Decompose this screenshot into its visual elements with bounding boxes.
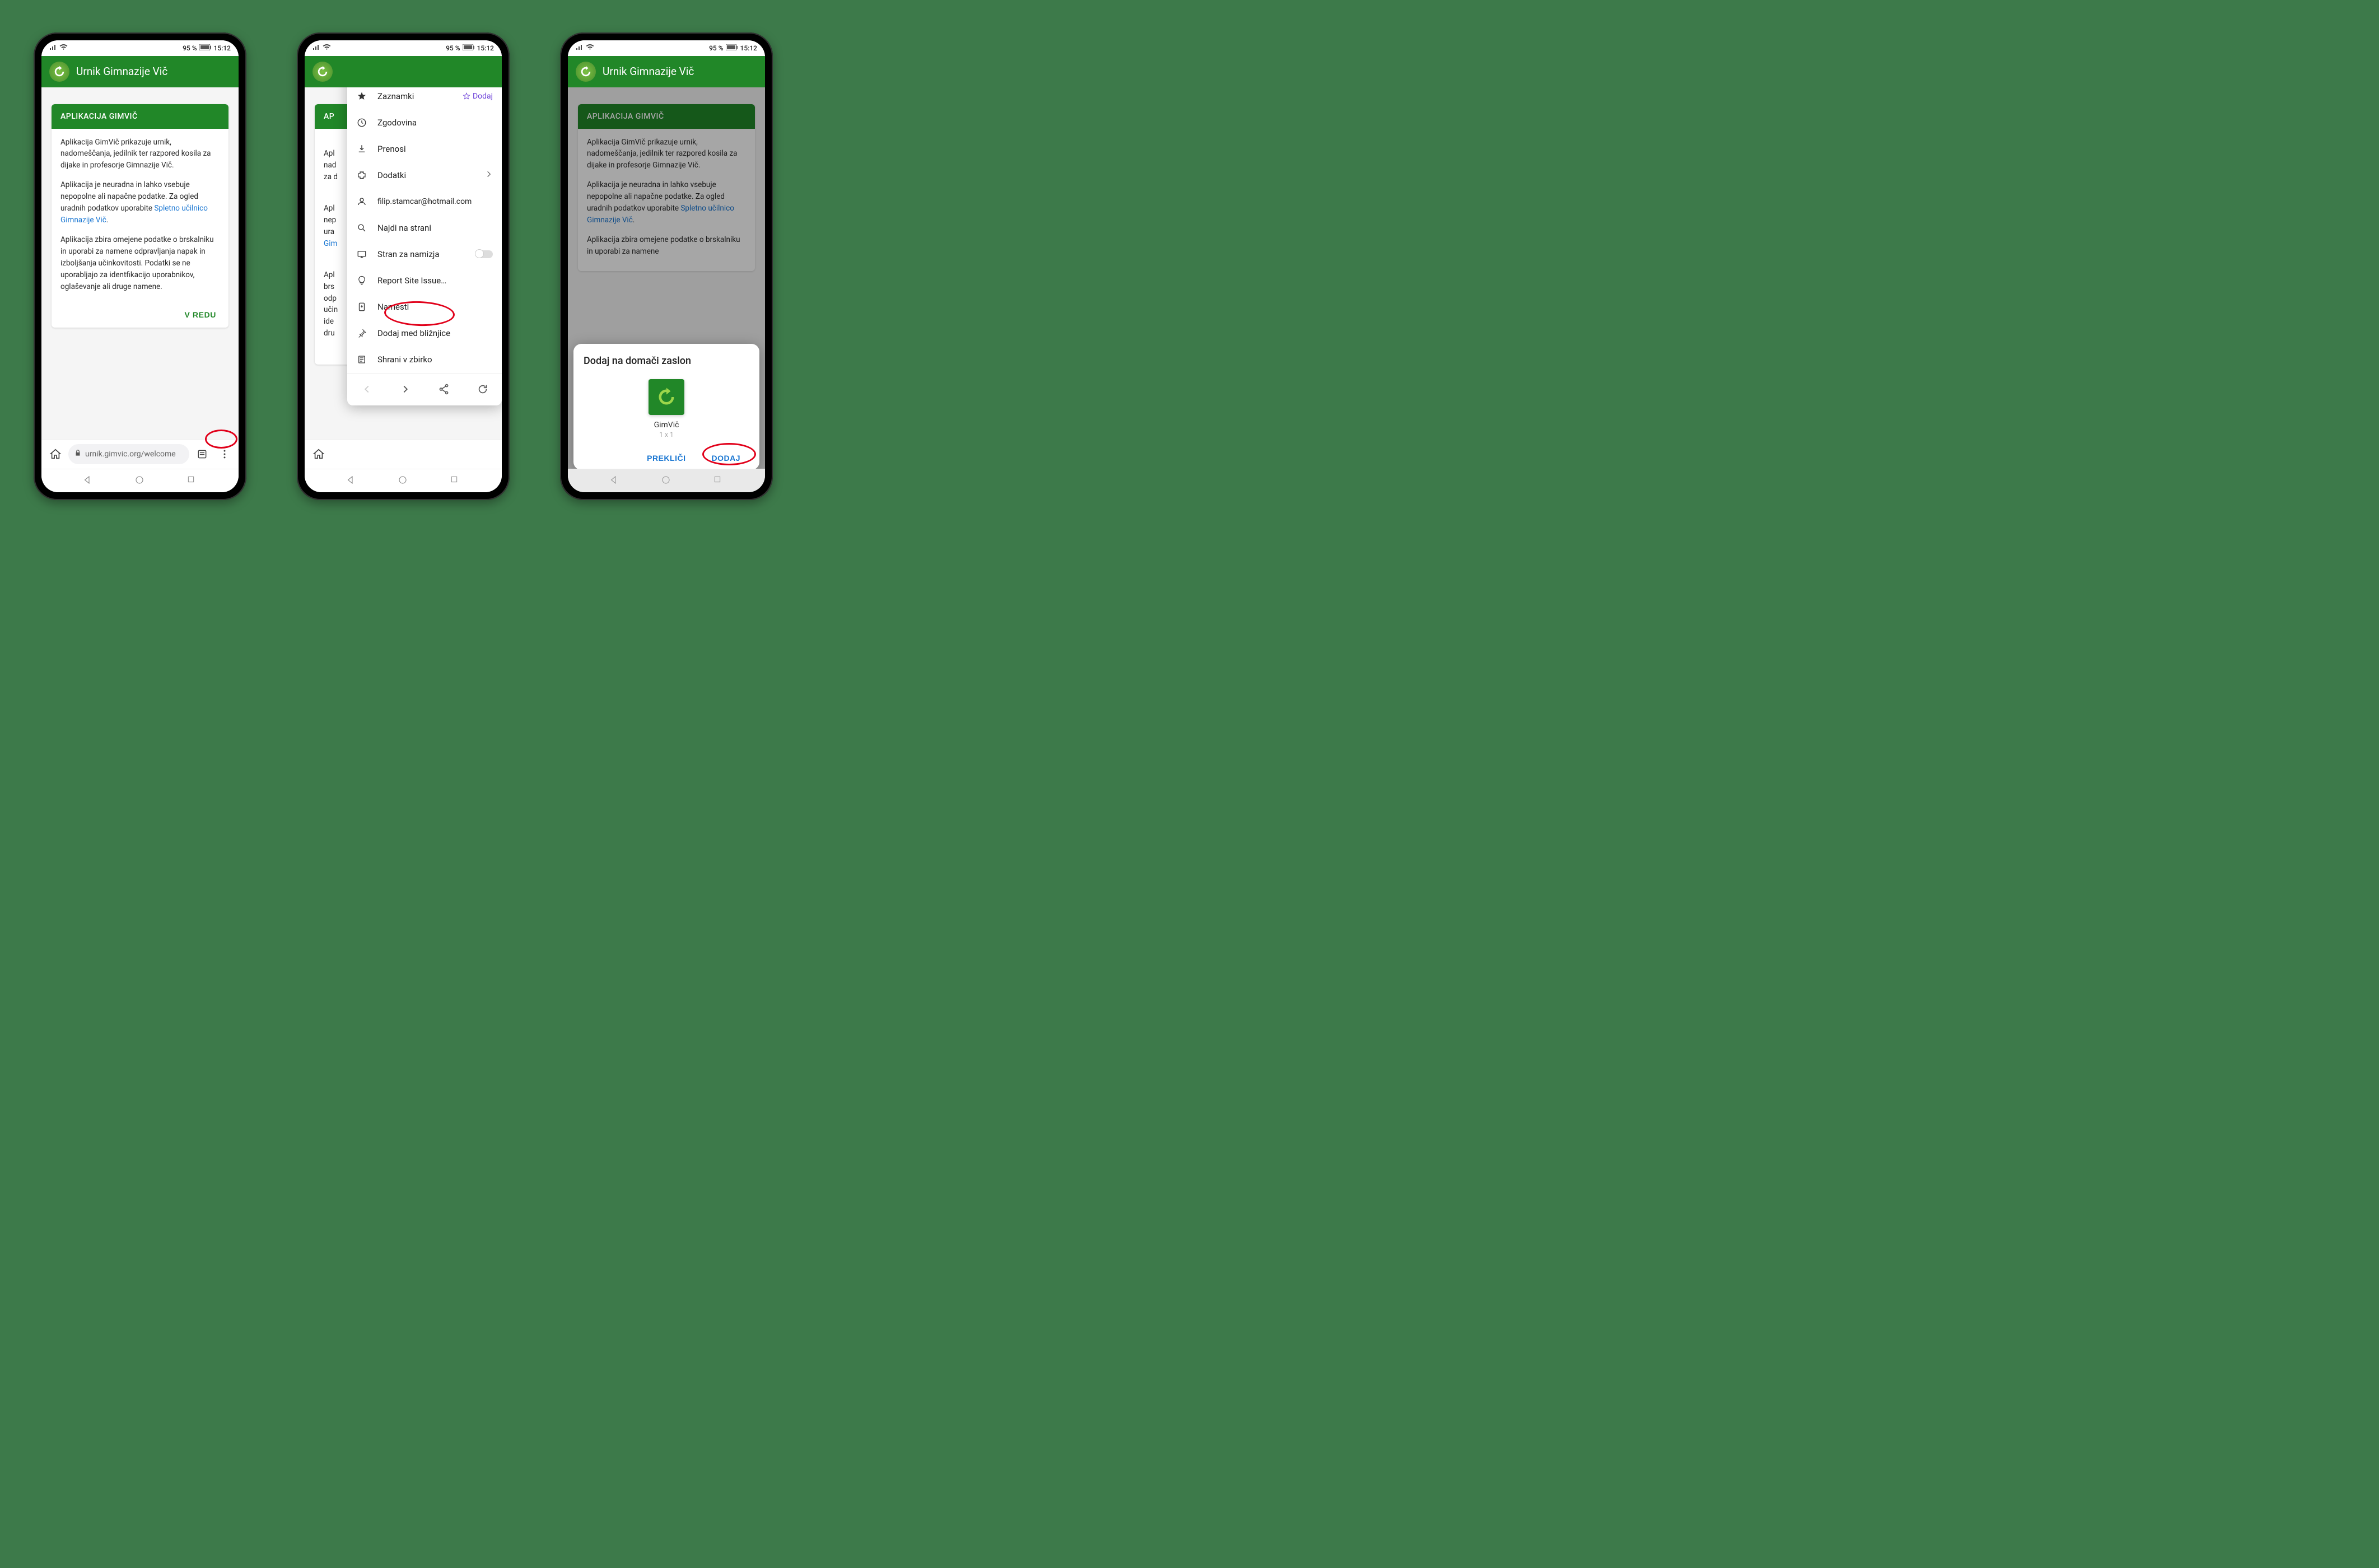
nav-back-icon[interactable] xyxy=(609,475,620,486)
status-bar: 95 % 15:12 xyxy=(305,40,502,56)
puzzle-icon xyxy=(356,170,367,181)
home-button[interactable] xyxy=(46,445,65,464)
share-icon[interactable] xyxy=(438,383,450,395)
app-logo-icon xyxy=(49,62,69,82)
url-field[interactable]: urnik.gimvic.org/welcome xyxy=(68,444,189,464)
nav-home-icon[interactable] xyxy=(398,475,409,486)
install-icon xyxy=(356,301,367,312)
bookmark-add-button[interactable]: Dodaj xyxy=(463,92,493,101)
app-header: Urnik Gimnazije Vič xyxy=(568,56,765,87)
android-nav-bar xyxy=(568,469,765,492)
search-icon xyxy=(356,222,367,234)
app-logo-icon xyxy=(312,62,333,82)
external-link[interactable]: Gim xyxy=(324,239,337,248)
battery-percent: 95 % xyxy=(183,44,197,52)
home-button[interactable] xyxy=(309,445,328,464)
nav-recent-icon[interactable] xyxy=(186,475,198,486)
card-paragraph-1: Aplikacija GimVič prikazuje urnik, nadom… xyxy=(60,137,220,172)
user-icon xyxy=(356,196,367,207)
battery-percent: 95 % xyxy=(709,44,723,52)
modal-app-name: GimVič xyxy=(654,421,679,430)
reader-mode-button[interactable] xyxy=(193,445,212,464)
modal-title: Dodaj na domači zaslon xyxy=(584,355,749,367)
battery-icon xyxy=(199,44,212,52)
menu-account[interactable]: filip.stamcar@hotmail.com xyxy=(347,189,502,215)
app-logo-icon xyxy=(576,62,596,82)
wifi-icon xyxy=(59,44,68,52)
ok-button[interactable]: V REDU xyxy=(181,310,220,320)
card-header: APLIKACIJA GIMVIČ xyxy=(52,104,228,129)
battery-icon xyxy=(726,44,738,52)
nav-back-arrow-icon[interactable] xyxy=(361,383,373,395)
nav-recent-icon[interactable] xyxy=(450,475,461,486)
lock-icon xyxy=(74,449,82,459)
modal-app-icon xyxy=(649,379,684,415)
menu-bookmarks[interactable]: Zaznamki Dodaj xyxy=(347,87,502,110)
menu-report-issue[interactable]: Report Site Issue… xyxy=(347,268,502,294)
add-to-homescreen-modal: Dodaj na domači zaslon GimVič 1 x 1 PREK… xyxy=(573,344,759,469)
url-text: urnik.gimvic.org/welcome xyxy=(85,450,176,459)
nav-back-icon[interactable] xyxy=(346,475,357,486)
browser-dropdown-menu: Nov zavihek Zaznamki Dodaj xyxy=(347,87,502,405)
app-title: Urnik Gimnazije Vič xyxy=(603,65,694,78)
battery-percent: 95 % xyxy=(446,44,460,52)
desktop-toggle[interactable] xyxy=(476,250,493,258)
card-paragraph-2: Aplikacija je neuradna in lahko vsebuje … xyxy=(60,179,220,226)
android-nav-bar xyxy=(305,469,502,492)
menu-install[interactable]: Namesti xyxy=(347,294,502,320)
collection-icon xyxy=(356,354,367,365)
clock-time: 15:12 xyxy=(477,44,494,52)
star-icon xyxy=(356,91,367,102)
download-icon xyxy=(356,143,367,155)
clock-time: 15:12 xyxy=(740,44,757,52)
history-icon xyxy=(356,117,367,128)
card-paragraph-3: Aplikacija zbira omejene podatke o brska… xyxy=(60,234,220,293)
app-header xyxy=(305,56,502,87)
menu-save-collection[interactable]: Shrani v zbirko xyxy=(347,347,502,373)
browser-menu-button[interactable] xyxy=(215,445,234,464)
wifi-icon xyxy=(323,44,331,52)
reload-icon[interactable] xyxy=(477,383,489,395)
menu-find[interactable]: Najdi na strani xyxy=(347,215,502,241)
modal-add-button[interactable]: DODAJ xyxy=(708,453,744,463)
app-title: Urnik Gimnazije Vič xyxy=(76,65,167,78)
nav-back-icon[interactable] xyxy=(82,475,94,486)
signal-icon xyxy=(312,44,320,52)
app-header: Urnik Gimnazije Vič xyxy=(41,56,239,87)
annotation-stroke xyxy=(717,443,747,446)
menu-addons[interactable]: Dodatki xyxy=(347,162,502,189)
menu-downloads[interactable]: Prenosi xyxy=(347,136,502,162)
nav-home-icon[interactable] xyxy=(134,475,146,486)
modal-cancel-button[interactable]: PREKLIČI xyxy=(643,453,689,463)
dropdown-footer xyxy=(347,373,502,405)
signal-icon xyxy=(576,44,584,52)
status-bar: 95 % 15:12 xyxy=(41,40,239,56)
modal-app-size: 1 x 1 xyxy=(659,431,673,438)
menu-add-shortcut[interactable]: Dodaj med bližnjice xyxy=(347,320,502,347)
signal-icon xyxy=(49,44,57,52)
lightbulb-icon xyxy=(356,275,367,286)
desktop-icon xyxy=(356,249,367,260)
android-nav-bar xyxy=(41,469,239,492)
wifi-icon xyxy=(586,44,594,52)
browser-url-bar: urnik.gimvic.org/welcome xyxy=(41,440,239,469)
chevron-right-icon xyxy=(485,170,493,180)
menu-history[interactable]: Zgodovina xyxy=(347,110,502,136)
pin-icon xyxy=(356,328,367,339)
browser-url-bar xyxy=(305,440,502,469)
status-bar: 95 % 15:12 xyxy=(568,40,765,56)
nav-home-icon[interactable] xyxy=(661,475,672,486)
nav-forward-arrow-icon[interactable] xyxy=(399,383,412,395)
menu-desktop-site[interactable]: Stran za namizja xyxy=(347,241,502,268)
battery-icon xyxy=(463,44,475,52)
clock-time: 15:12 xyxy=(214,44,231,52)
welcome-card: APLIKACIJA GIMVIČ Aplikacija GimVič prik… xyxy=(52,104,228,328)
nav-recent-icon[interactable] xyxy=(713,475,724,486)
